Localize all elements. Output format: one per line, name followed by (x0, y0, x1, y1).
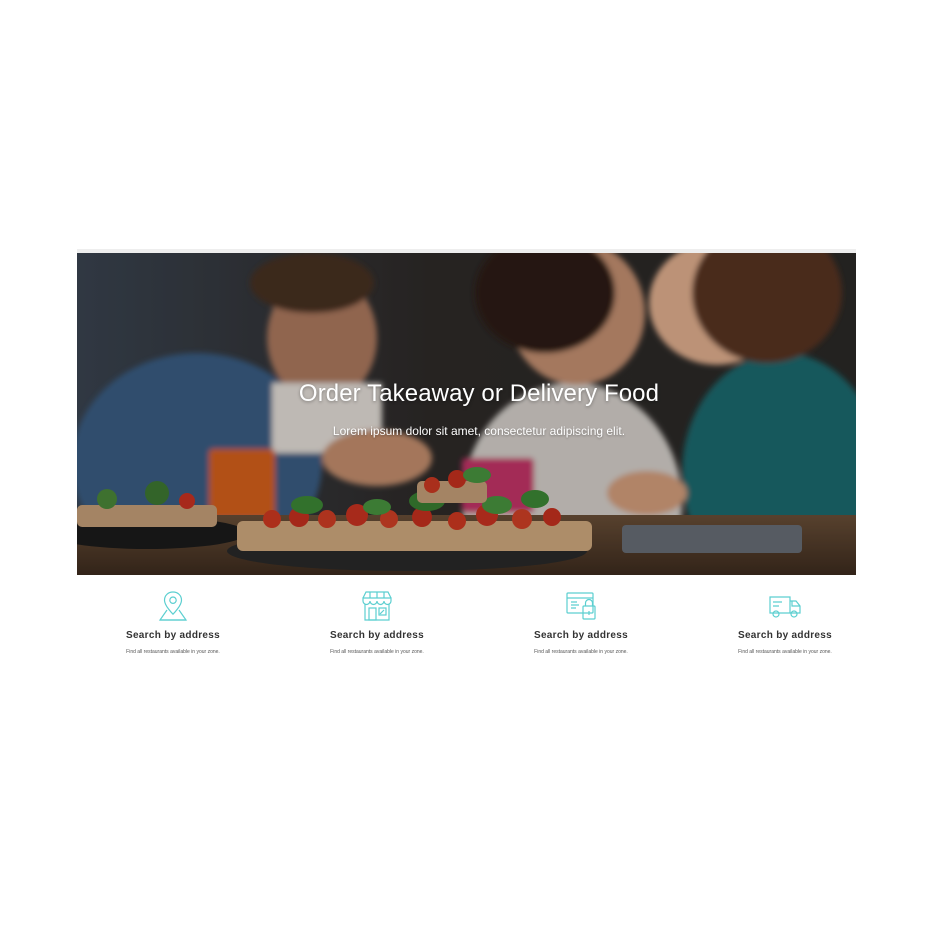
feature-title: Search by address (737, 630, 833, 641)
features-row: Search by address Find all restaurants a… (77, 588, 856, 668)
feature-description: Find all restaurants available in your z… (534, 649, 628, 655)
feature-item[interactable]: Search by address Find all restaurants a… (481, 588, 681, 668)
feature-description: Find all restaurants available in your z… (738, 649, 832, 655)
feature-item[interactable]: Search by address Find all restaurants a… (277, 588, 477, 668)
feature-description: Find all restaurants available in your z… (330, 649, 424, 655)
secure-payment-icon (563, 588, 599, 624)
delivery-truck-icon (767, 588, 803, 624)
feature-item[interactable]: Search by address Find all restaurants a… (685, 588, 885, 668)
feature-title: Search by address (329, 630, 425, 641)
storefront-icon (359, 588, 395, 624)
hero-overlay (77, 253, 856, 575)
hero-banner: Order Takeaway or Delivery Food Lorem ip… (77, 253, 856, 575)
hero-title: Order Takeaway or Delivery Food (298, 380, 660, 407)
feature-title: Search by address (533, 630, 629, 641)
feature-item[interactable]: Search by address Find all restaurants a… (73, 588, 273, 668)
hero-subtitle: Lorem ipsum dolor sit amet, consectetur … (332, 424, 626, 438)
feature-title: Search by address (125, 630, 221, 641)
map-pin-icon (155, 588, 191, 624)
feature-description: Find all restaurants available in your z… (126, 649, 220, 655)
